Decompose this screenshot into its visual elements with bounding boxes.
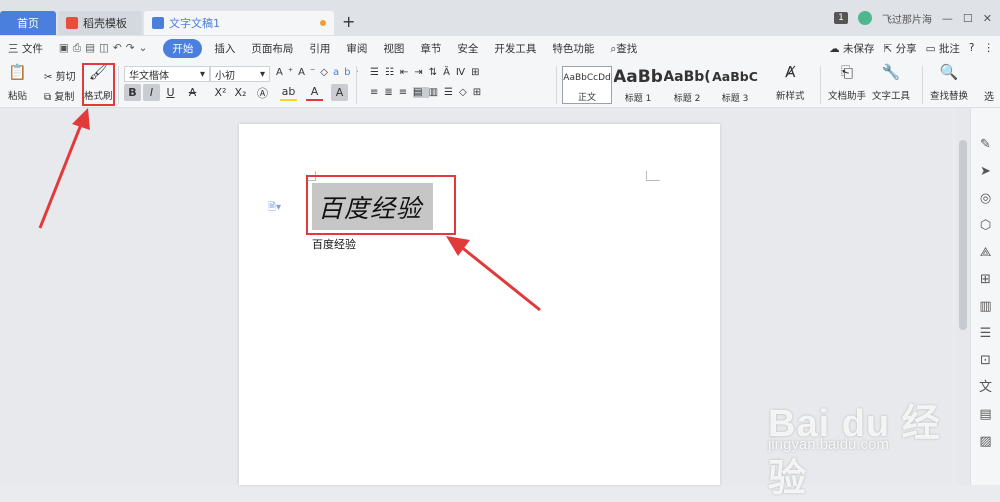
baidu-watermark: Bai du 经验 jingyan.baidu.com	[742, 372, 952, 500]
shapes-icon[interactable]: ⬡	[980, 217, 991, 234]
settings-sliders-icon[interactable]: ☰	[980, 325, 992, 342]
chart-icon[interactable]: ▥	[979, 298, 991, 315]
translate-icon[interactable]: 文	[979, 379, 992, 396]
archive-icon[interactable]: ▤	[979, 406, 991, 423]
cursor-icon[interactable]: ➤	[980, 163, 991, 180]
location-icon[interactable]: ◎	[980, 190, 991, 207]
grid-icon[interactable]: ⊞	[980, 271, 991, 288]
right-sidebar: ✎ ➤ ◎ ⬡ ⟁ ⊞ ▥ ☰ ⊡ 文 ▤ ▨	[970, 108, 1000, 485]
vertical-scrollbar[interactable]	[956, 108, 970, 485]
pen-icon[interactable]: ✎	[980, 136, 991, 153]
image-icon[interactable]: ⊡	[980, 352, 991, 369]
fill-icon[interactable]: ⟁	[980, 244, 992, 261]
picture-icon[interactable]: ▨	[979, 433, 991, 450]
scrollbar-thumb[interactable]	[959, 140, 967, 330]
arrow-to-heading	[459, 244, 541, 312]
arrow-to-format-painter	[38, 121, 84, 229]
watermark-url: jingyan.baidu.com	[768, 436, 889, 453]
arrowhead-format-painter	[72, 108, 90, 130]
